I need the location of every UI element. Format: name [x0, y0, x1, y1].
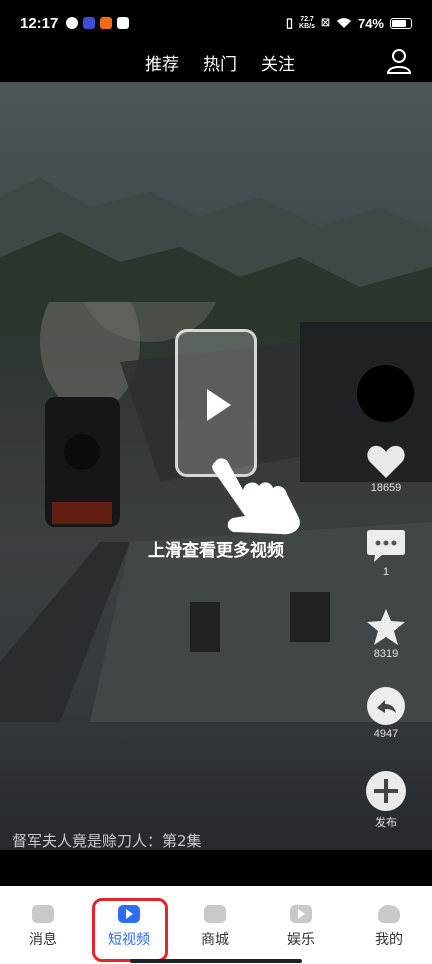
bottom-nav-entertainment[interactable]: 娱乐	[258, 886, 344, 964]
bottom-nav-me[interactable]: 我的	[346, 886, 432, 964]
play-screen-icon	[290, 905, 312, 923]
shopping-bag-icon	[204, 905, 226, 923]
video-caption[interactable]: 督军夫人竟是赊刀人：第2集	[12, 830, 202, 850]
network-speed: 72.7 KB/s	[299, 16, 315, 30]
bottom-nav-messages[interactable]: 消息	[0, 886, 86, 964]
author-avatar[interactable]	[357, 365, 414, 422]
shop-app-notification-icon	[100, 17, 113, 29]
tab-following[interactable]: 关注	[261, 50, 295, 75]
battery-icon	[390, 17, 412, 29]
favorite-count: 8319	[373, 648, 399, 660]
star-icon	[367, 609, 405, 645]
video-player[interactable]: 上滑查看更多视频 18659 1 8319 4947 发布 督军夫人竟是赊刀人：…	[0, 82, 432, 850]
top-nav: 推荐 热门 关注	[0, 46, 432, 82]
tab-recommend[interactable]: 推荐	[145, 50, 179, 75]
status-right: ▯ 72.7 KB/s ☒ 74%	[286, 15, 412, 31]
notification-icons	[66, 17, 130, 29]
like-button[interactable]: 18659	[356, 444, 416, 494]
feed-tabs: 推荐 热门 关注	[145, 50, 295, 75]
wifi-icon	[336, 18, 351, 28]
play-icon	[207, 389, 231, 421]
home-indicator	[130, 959, 302, 963]
message-notification-icon	[117, 17, 130, 29]
video-bottom-strip	[0, 850, 432, 886]
heart-icon	[367, 445, 405, 478]
comment-count: 1	[382, 566, 390, 578]
video-app-notification-icon	[83, 17, 96, 29]
app-notification-icon	[66, 17, 79, 29]
bottom-nav-label: 商城	[201, 932, 229, 948]
publish-label: 发布	[375, 817, 397, 829]
swipe-hint-phone-icon	[175, 329, 257, 477]
no-sim-icon: ☒	[321, 17, 330, 29]
bottom-nav-label: 消息	[29, 932, 57, 948]
bottom-nav-label: 娱乐	[287, 932, 315, 948]
active-tab-highlight	[92, 898, 168, 962]
tab-popular[interactable]: 热门	[203, 50, 237, 75]
favorite-button[interactable]: 8319	[356, 608, 416, 660]
status-bar: 12:17 ▯ 72.7 KB/s ☒ 74%	[0, 0, 432, 46]
vibrate-icon: ▯	[285, 15, 294, 30]
like-count: 18659	[370, 482, 402, 494]
bottom-nav-mall[interactable]: 商城	[172, 886, 258, 964]
share-icon	[367, 687, 405, 725]
message-icon	[32, 905, 54, 923]
comment-icon	[367, 530, 405, 562]
profile-icon[interactable]	[386, 48, 412, 74]
user-icon	[378, 905, 400, 923]
swipe-hand-icon	[212, 458, 300, 535]
comment-button[interactable]: 1	[356, 528, 416, 578]
share-count: 4947	[373, 728, 399, 740]
plus-icon	[366, 771, 406, 811]
speed-unit: KB/s	[299, 23, 315, 30]
status-time: 12:17	[20, 14, 59, 32]
bottom-nav: 消息 短视频 商城 娱乐 我的	[0, 886, 432, 964]
battery-percent: 74%	[357, 15, 384, 31]
bottom-nav-label: 我的	[375, 932, 403, 948]
speed-value: 72.7	[300, 16, 314, 23]
share-button[interactable]: 4947	[356, 686, 416, 740]
publish-button[interactable]: 发布	[356, 770, 416, 830]
